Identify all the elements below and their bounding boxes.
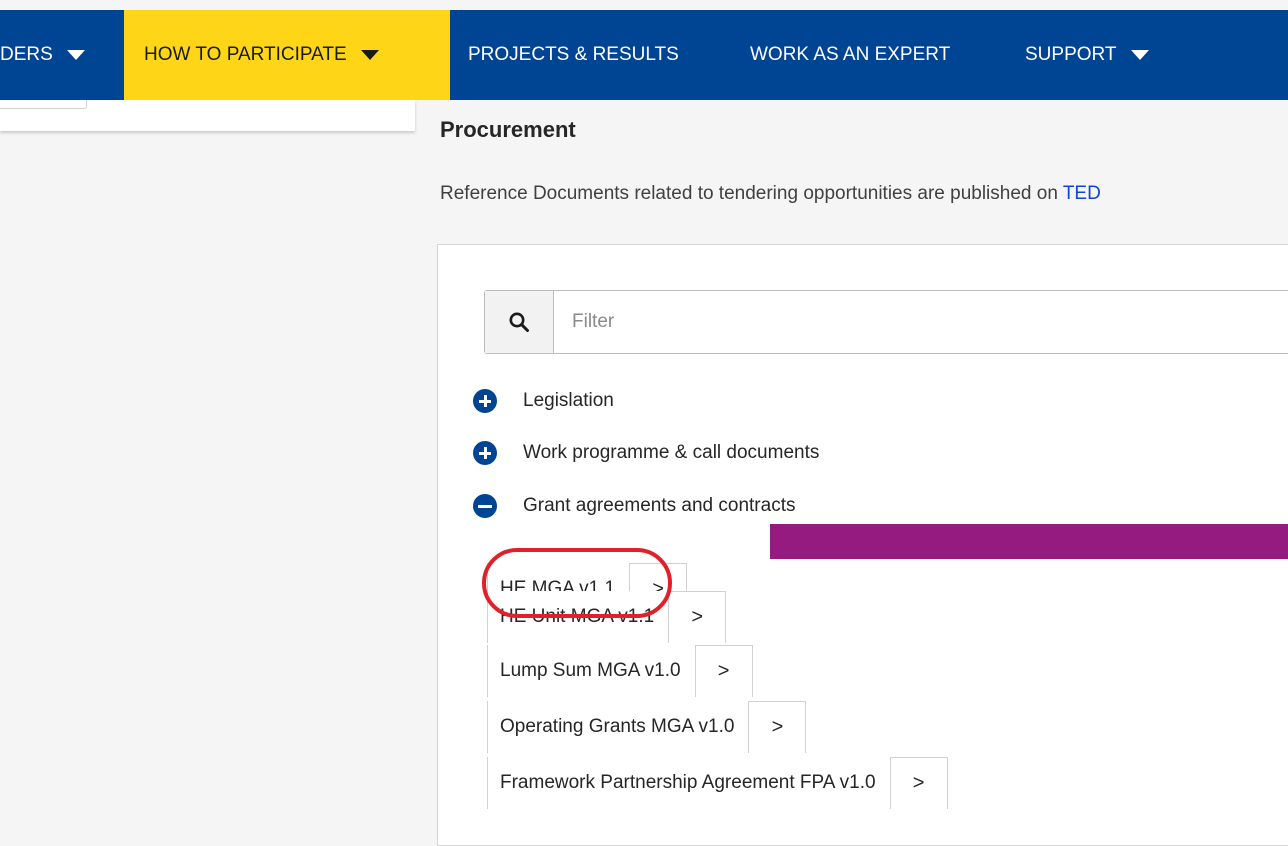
document-row-lump-sum-mga: Lump Sum MGA v1.0 > bbox=[487, 645, 753, 697]
tree-item-label: Work programme & call documents bbox=[523, 442, 820, 463]
chevron-right-icon[interactable]: > bbox=[695, 645, 753, 697]
caret-down-icon bbox=[1130, 50, 1149, 60]
chevron-right-icon[interactable]: > bbox=[890, 757, 948, 809]
document-label[interactable]: Lump Sum MGA v1.0 bbox=[488, 645, 696, 697]
caret-down-icon bbox=[66, 50, 85, 60]
plus-circle-icon[interactable] bbox=[473, 389, 497, 413]
tree-item-legislation[interactable]: Legislation bbox=[473, 386, 614, 416]
chevron-right-icon[interactable]: > bbox=[749, 701, 807, 753]
nav-item-projects-results[interactable]: PROJECTS & RESULTS bbox=[468, 10, 679, 100]
intro-text-body: Reference Documents related to tendering… bbox=[440, 183, 1063, 204]
document-label[interactable]: Framework Partnership Agreement FPA v1.0 bbox=[488, 757, 891, 809]
tree-item-work-programme[interactable]: Work programme & call documents bbox=[473, 438, 819, 468]
filter-icon-box bbox=[485, 291, 554, 353]
nav-item-label: WORK AS AN EXPERT bbox=[750, 44, 951, 65]
intro-text: Reference Documents related to tendering… bbox=[440, 183, 1288, 205]
tree-item-label: Legislation bbox=[523, 390, 614, 411]
nav-item-label: SUPPORT bbox=[1025, 44, 1117, 65]
nav-item-support[interactable]: SUPPORT bbox=[1025, 10, 1149, 100]
page-title: Procurement bbox=[440, 117, 576, 142]
minus-circle-icon[interactable] bbox=[473, 494, 497, 518]
nav-item-label: HOW TO PARTICIPATE bbox=[144, 44, 347, 65]
document-row-framework-partnership: Framework Partnership Agreement FPA v1.0… bbox=[487, 757, 948, 809]
caret-down-icon bbox=[360, 50, 379, 60]
document-label[interactable]: Operating Grants MGA v1.0 bbox=[488, 701, 750, 753]
filter-input[interactable] bbox=[554, 291, 1274, 353]
tree-item-grant-agreements[interactable]: Grant agreements and contracts bbox=[473, 491, 795, 521]
nav-item-label: DERS bbox=[0, 44, 53, 65]
chevron-right-icon[interactable]: > bbox=[669, 591, 727, 643]
ted-link[interactable]: TED bbox=[1063, 183, 1101, 204]
plus-circle-icon[interactable] bbox=[473, 441, 497, 465]
nav-item-how-to-participate[interactable]: HOW TO PARTICIPATE bbox=[124, 10, 450, 100]
document-label[interactable]: HE Unit MGA v1.1 bbox=[488, 591, 670, 643]
filter-box bbox=[484, 290, 1288, 354]
document-row-operating-grants-mga: Operating Grants MGA v1.0 > bbox=[487, 701, 807, 753]
nav-item-label: PROJECTS & RESULTS bbox=[468, 44, 679, 65]
tree-item-label: Grant agreements and contracts bbox=[523, 495, 796, 516]
top-navigation: DERS HOW TO PARTICIPATE PROJECTS & RESUL… bbox=[0, 10, 1288, 100]
dropdown-submenu-edge bbox=[0, 100, 87, 109]
nav-item-work-as-expert[interactable]: WORK AS AN EXPERT bbox=[750, 10, 950, 100]
document-row-he-unit-mga: HE Unit MGA v1.1 > bbox=[487, 591, 727, 643]
highlight-bar bbox=[770, 524, 1288, 559]
nav-item-ders[interactable]: DERS bbox=[0, 10, 103, 100]
search-icon bbox=[509, 312, 529, 332]
